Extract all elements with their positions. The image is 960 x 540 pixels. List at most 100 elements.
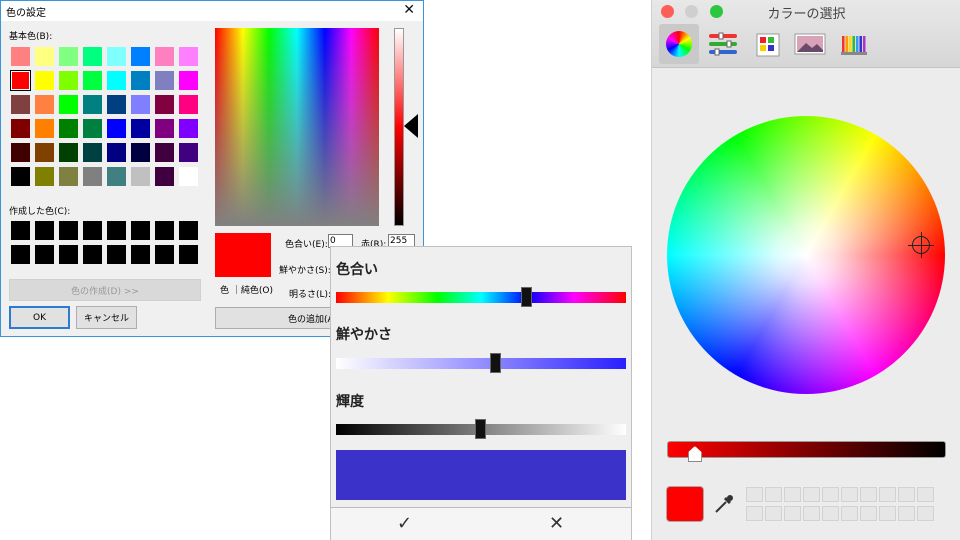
saved-swatch-cell[interactable] (803, 487, 820, 502)
ok-button[interactable]: OK (9, 306, 70, 329)
current-color-well[interactable] (666, 486, 704, 522)
custom-color-swatch[interactable] (11, 245, 30, 264)
saved-swatch-cell[interactable] (841, 506, 858, 521)
wheel-crosshair-icon[interactable] (908, 232, 934, 258)
cancel-button[interactable]: キャンセル (76, 306, 137, 329)
basic-color-swatch[interactable] (11, 143, 30, 162)
basic-color-swatch[interactable] (155, 119, 174, 138)
custom-color-swatch[interactable] (155, 221, 174, 240)
basic-color-swatch[interactable] (179, 167, 198, 186)
basic-color-swatch[interactable] (10, 70, 31, 91)
custom-color-swatch[interactable] (107, 245, 126, 264)
custom-color-swatch[interactable] (155, 245, 174, 264)
basic-color-swatch[interactable] (83, 167, 102, 186)
hue-slider-track[interactable] (336, 292, 626, 303)
custom-color-swatch[interactable] (107, 221, 126, 240)
basic-color-swatch[interactable] (131, 119, 150, 138)
basic-color-swatch[interactable] (107, 47, 126, 66)
saved-swatch-cell[interactable] (860, 506, 877, 521)
saved-swatch-cell[interactable] (784, 487, 801, 502)
sliders-icon[interactable] (703, 24, 743, 64)
basic-color-swatch[interactable] (11, 119, 30, 138)
basic-color-swatch[interactable] (11, 167, 30, 186)
eyedropper-icon[interactable] (712, 492, 736, 516)
basic-color-swatch[interactable] (11, 95, 30, 114)
custom-color-swatch[interactable] (35, 221, 54, 240)
cancel-x-icon[interactable]: ✕ (549, 513, 564, 534)
basic-color-swatch[interactable] (107, 119, 126, 138)
saved-swatch-cell[interactable] (879, 506, 896, 521)
saved-swatch-cell[interactable] (803, 506, 820, 521)
basic-color-swatch[interactable] (35, 119, 54, 138)
basic-color-swatch[interactable] (59, 71, 78, 90)
luminance-arrow-icon[interactable] (404, 114, 418, 138)
basic-color-swatch[interactable] (59, 167, 78, 186)
basic-color-swatch[interactable] (155, 71, 174, 90)
custom-color-swatch[interactable] (179, 221, 198, 240)
custom-color-swatch[interactable] (83, 221, 102, 240)
custom-color-swatch[interactable] (35, 245, 54, 264)
brightness-slider-thumb[interactable] (475, 419, 486, 439)
basic-color-swatch[interactable] (35, 167, 54, 186)
basic-color-swatch[interactable] (107, 167, 126, 186)
pencils-icon[interactable] (834, 24, 874, 64)
basic-color-swatch[interactable] (59, 119, 78, 138)
basic-color-swatch[interactable] (131, 167, 150, 186)
luminance-slider[interactable] (394, 28, 404, 226)
basic-color-swatch[interactable] (83, 95, 102, 114)
basic-color-swatch[interactable] (107, 143, 126, 162)
saved-swatch-cell[interactable] (784, 506, 801, 521)
basic-color-swatch[interactable] (83, 71, 102, 90)
basic-color-swatch[interactable] (131, 95, 150, 114)
saturation-slider-thumb[interactable] (489, 353, 501, 373)
custom-color-swatch[interactable] (59, 221, 78, 240)
palettes-icon[interactable] (747, 24, 787, 64)
saved-swatch-cell[interactable] (746, 506, 763, 521)
saved-swatch-cell[interactable] (917, 506, 934, 521)
basic-color-swatch[interactable] (179, 95, 198, 114)
image-palette-icon[interactable] (790, 24, 830, 64)
saved-swatch-cell[interactable] (898, 506, 915, 521)
basic-color-swatch[interactable] (179, 71, 198, 90)
basic-color-swatch[interactable] (83, 119, 102, 138)
basic-color-swatch[interactable] (155, 167, 174, 186)
basic-color-swatch[interactable] (155, 95, 174, 114)
color-wheel-icon[interactable] (659, 24, 699, 64)
color-spectrum[interactable] (215, 28, 379, 226)
basic-color-swatch[interactable] (131, 143, 150, 162)
custom-color-swatch[interactable] (83, 245, 102, 264)
basic-color-swatch[interactable] (35, 143, 54, 162)
basic-color-swatch[interactable] (35, 47, 54, 66)
basic-color-swatch[interactable] (11, 47, 30, 66)
basic-color-swatch[interactable] (35, 71, 54, 90)
basic-color-swatch[interactable] (59, 95, 78, 114)
color-wheel[interactable] (667, 116, 945, 394)
custom-color-swatch[interactable] (131, 245, 150, 264)
saved-swatch-cell[interactable] (879, 487, 896, 502)
saved-swatch-cell[interactable] (765, 487, 782, 502)
close-icon[interactable]: ✕ (403, 2, 415, 18)
basic-color-swatch[interactable] (83, 47, 102, 66)
brightness-slider[interactable] (667, 441, 946, 458)
saturation-slider-track[interactable] (336, 358, 626, 369)
saved-swatch-cell[interactable] (746, 487, 763, 502)
saved-swatch-cell[interactable] (898, 487, 915, 502)
hue-slider-thumb[interactable] (521, 287, 533, 307)
saved-swatch-cell[interactable] (841, 487, 858, 502)
custom-color-swatch[interactable] (131, 221, 150, 240)
basic-color-swatch[interactable] (179, 119, 198, 138)
basic-color-swatch[interactable] (131, 47, 150, 66)
saved-swatch-cell[interactable] (917, 487, 934, 502)
basic-color-swatch[interactable] (107, 95, 126, 114)
basic-color-swatch[interactable] (131, 71, 150, 90)
saved-swatch-cell[interactable] (860, 487, 877, 502)
saved-swatch-cell[interactable] (822, 487, 839, 502)
custom-color-swatch[interactable] (11, 221, 30, 240)
confirm-check-icon[interactable]: ✓ (397, 513, 412, 534)
basic-color-swatch[interactable] (179, 47, 198, 66)
custom-color-swatch[interactable] (179, 245, 198, 264)
basic-color-swatch[interactable] (107, 71, 126, 90)
custom-color-swatch[interactable] (59, 245, 78, 264)
define-custom-colors-button[interactable]: 色の作成(D) >> (9, 279, 201, 301)
basic-color-swatch[interactable] (83, 143, 102, 162)
